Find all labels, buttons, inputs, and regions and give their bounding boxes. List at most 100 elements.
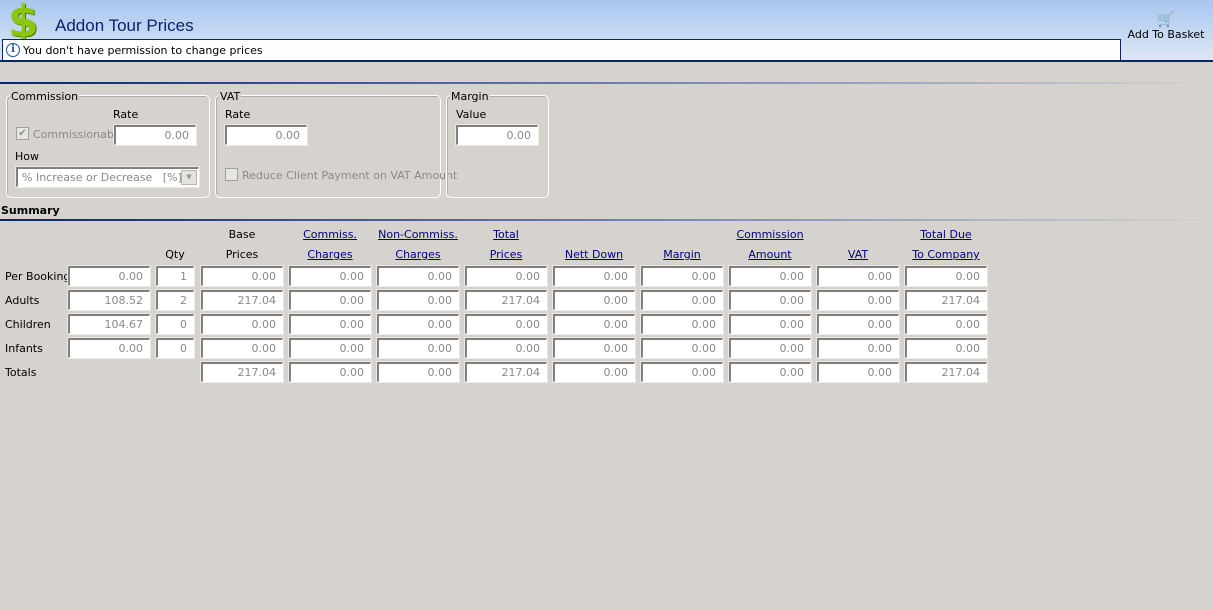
table-cell-input[interactable]: 0.00 (464, 337, 548, 359)
table-cell-input[interactable]: 1 (155, 265, 195, 287)
dollar-icon: $ (8, 0, 39, 47)
table-cell-input[interactable]: 104.67 (67, 313, 151, 335)
table-cell-input[interactable]: 0.00 (464, 313, 548, 335)
how-select[interactable]: % Increase or Decrease [%] ▼ (15, 166, 200, 188)
vat-rate-label: Rate (225, 108, 251, 121)
table-cell-input[interactable]: 0.00 (728, 337, 812, 359)
table-cell-input[interactable]: 2 (155, 289, 195, 311)
table-cell-input[interactable]: 0.00 (640, 289, 724, 311)
column-header-l2[interactable]: Prices (465, 248, 547, 261)
table-cell-input[interactable]: 217.04 (464, 289, 548, 311)
table-cell-input[interactable]: 0.00 (376, 313, 460, 335)
table-cell-input[interactable]: 0.00 (816, 337, 900, 359)
reduce-client-payment-label: Reduce Client Payment on VAT Amount (242, 169, 458, 182)
column-header-l1[interactable]: Commission (729, 228, 811, 241)
table-cell-input[interactable]: 0.00 (376, 265, 460, 287)
table-cell-input[interactable]: 0.00 (288, 361, 372, 383)
table-cell-input[interactable]: 0.00 (728, 289, 812, 311)
table-cell-input[interactable]: 0.00 (904, 313, 988, 335)
permission-message: You don't have permission to change pric… (23, 43, 263, 57)
table-cell-input[interactable]: 0.00 (904, 337, 988, 359)
column-header-l1[interactable]: Total (465, 228, 547, 241)
table-cell-input[interactable]: 217.04 (904, 289, 988, 311)
summary-title: Summary (1, 204, 60, 217)
vat-legend: VAT (219, 90, 242, 103)
table-cell-input[interactable]: 0.00 (552, 361, 636, 383)
column-header-l1: Base (228, 228, 256, 241)
column-header-l2[interactable]: VAT (817, 248, 899, 261)
summary-divider (0, 219, 1213, 221)
table-cell-input[interactable]: 0.00 (376, 289, 460, 311)
table-cell-input[interactable]: 0.00 (640, 337, 724, 359)
column-header-l2[interactable]: To Company (905, 248, 987, 261)
column-header-l1[interactable]: Commiss. (289, 228, 371, 241)
header-divider (0, 60, 1213, 62)
table-cell-input[interactable]: 0.00 (67, 265, 151, 287)
row-label: Per Booking (5, 270, 71, 283)
column-header-l2[interactable]: Margin (641, 248, 723, 261)
table-cell-input[interactable]: 0.00 (816, 361, 900, 383)
table-cell-input[interactable]: 0.00 (816, 313, 900, 335)
margin-value-label: Value (456, 108, 487, 121)
column-header-l2[interactable]: Amount (729, 248, 811, 261)
table-cell-input[interactable]: 0.00 (816, 289, 900, 311)
table-cell-input[interactable]: 0.00 (376, 337, 460, 359)
table-cell-input[interactable]: 0.00 (376, 361, 460, 383)
table-cell-input[interactable]: 0.00 (904, 265, 988, 287)
table-cell-input[interactable]: 108.52 (67, 289, 151, 311)
table-cell-input[interactable]: 0.00 (464, 265, 548, 287)
table-cell-input[interactable]: 0.00 (728, 313, 812, 335)
table-cell-input[interactable]: 0.00 (288, 313, 372, 335)
margin-legend: Margin (450, 90, 490, 103)
reduce-client-payment-checkbox[interactable] (225, 168, 238, 181)
table-cell-input[interactable]: 0.00 (288, 337, 372, 359)
table-cell-input[interactable]: 0.00 (640, 265, 724, 287)
commission-legend: Commission (10, 90, 80, 103)
table-cell-input[interactable]: 0.00 (552, 337, 636, 359)
row-label: Children (5, 318, 51, 331)
permission-message-bar: i You don't have permission to change pr… (2, 39, 1121, 60)
table-cell-input[interactable]: 0.00 (200, 313, 284, 335)
table-cell-input[interactable]: 0.00 (67, 337, 151, 359)
table-cell-input[interactable]: 217.04 (904, 361, 988, 383)
table-cell-input[interactable]: 0.00 (552, 313, 636, 335)
table-cell-input[interactable]: 0.00 (200, 337, 284, 359)
table-cell-input[interactable]: 0.00 (288, 265, 372, 287)
row-label: Infants (5, 342, 43, 355)
column-header-l2[interactable]: Charges (289, 248, 371, 261)
column-header-l1[interactable]: Non-Commiss. (377, 228, 459, 241)
vat-rate-input[interactable]: 0.00 (224, 124, 308, 146)
table-cell-input[interactable]: 0.00 (552, 289, 636, 311)
column-header-l2: Qty (165, 248, 185, 261)
table-cell-input[interactable]: 0.00 (816, 265, 900, 287)
table-cell-input[interactable]: 0.00 (640, 361, 724, 383)
table-cell-input[interactable]: 0.00 (728, 361, 812, 383)
page-title: Addon Tour Prices (55, 16, 194, 35)
column-header-l2[interactable]: Charges (377, 248, 459, 261)
how-select-value: % Increase or Decrease [%] (22, 171, 182, 184)
chevron-down-icon[interactable]: ▼ (181, 170, 197, 185)
table-cell-input[interactable]: 0.00 (552, 265, 636, 287)
shopping-cart-icon: 🛒 (1157, 12, 1175, 28)
column-header-l2: Prices (225, 248, 259, 261)
table-cell-input[interactable]: 217.04 (200, 361, 284, 383)
table-cell-input[interactable]: 0 (155, 313, 195, 335)
table-cell-input[interactable]: 0.00 (200, 265, 284, 287)
commissionable-label: Commissionable (33, 128, 124, 141)
column-header-l1[interactable]: Total Due (905, 228, 987, 241)
table-cell-input[interactable]: 0.00 (640, 313, 724, 335)
info-icon: i (6, 43, 20, 57)
margin-value-input[interactable]: 0.00 (455, 124, 539, 146)
column-header-l2[interactable]: Nett Down (553, 248, 635, 261)
table-cell-input[interactable]: 0 (155, 337, 195, 359)
table-cell-input[interactable]: 0.00 (288, 289, 372, 311)
table-cell-input[interactable]: 217.04 (200, 289, 284, 311)
add-to-basket-button[interactable]: 🛒 Add To Basket (1126, 12, 1206, 41)
how-label: How (15, 150, 39, 163)
table-cell-input[interactable]: 0.00 (728, 265, 812, 287)
table-cell-input[interactable]: 217.04 (464, 361, 548, 383)
section-divider (0, 82, 1213, 84)
commission-rate-input[interactable]: 0.00 (113, 124, 197, 146)
commissionable-checkbox[interactable]: ✔ (16, 127, 29, 140)
row-label: Totals (5, 366, 37, 379)
